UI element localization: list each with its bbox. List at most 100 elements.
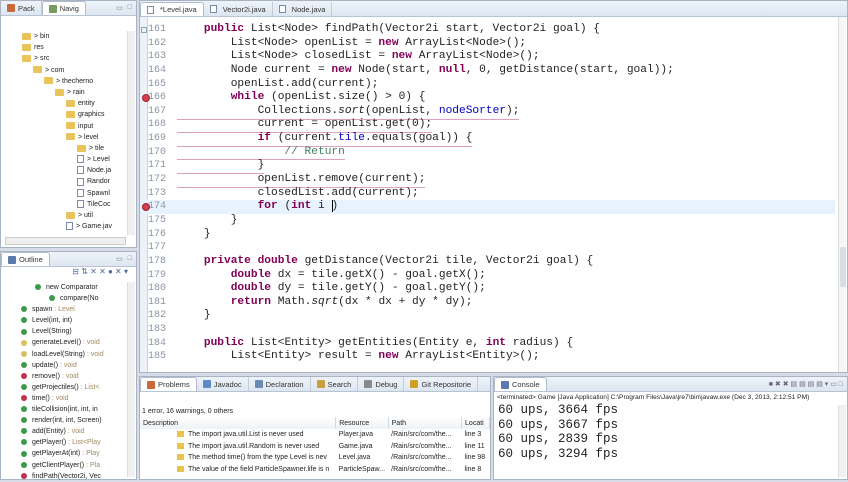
editor-scrollbar[interactable]: [838, 17, 846, 372]
code-line[interactable]: 178 private double getDistance(Vector2i …: [140, 255, 835, 269]
code-line[interactable]: 185 List<Entity> result = new ArrayList<…: [140, 350, 835, 364]
minimize-icon[interactable]: ▭: [116, 255, 123, 263]
problem-row[interactable]: The import java.util.List is never used P…: [140, 429, 490, 441]
code-line[interactable]: 181 return Math.sqrt(dx * dx + dy * dy);: [140, 296, 835, 310]
code-line[interactable]: 180 double dy = tile.getY() - goal.getY(…: [140, 282, 835, 296]
tree-item[interactable]: entity: [1, 98, 126, 109]
tree-item[interactable]: Randor: [1, 176, 126, 187]
code-line[interactable]: 183: [140, 323, 835, 337]
tree-item[interactable]: graphics: [1, 109, 126, 120]
explorer-hscrollbar[interactable]: [5, 237, 126, 245]
code-line[interactable]: 176 }: [140, 228, 835, 242]
tree-item[interactable]: TileCoc: [1, 199, 126, 210]
code-line[interactable]: 167 Collections.sort(openList, nodeSorte…: [140, 105, 835, 120]
console-toolbar[interactable]: ■ ✖ ✖ ▤ ▤ ▤ ▤ ▾ ▭ □: [769, 380, 843, 388]
code-line[interactable]: 168 current = openList.get(0);: [140, 118, 835, 134]
code-line[interactable]: 179 double dx = tile.getX() - goal.getX(…: [140, 269, 835, 283]
tab-navigator[interactable]: Navig: [41, 1, 86, 15]
tab-level-java[interactable]: *Level.java: [140, 2, 204, 16]
tree-item[interactable]: > rain: [1, 87, 126, 98]
code-line[interactable]: 177: [140, 241, 835, 255]
tree-item[interactable]: > Level: [1, 154, 126, 165]
fold-icon[interactable]: [141, 27, 147, 33]
column-header[interactable]: Description: [140, 417, 337, 429]
code-line[interactable]: 169 if (current.tile.equals(goal)) {: [140, 132, 835, 147]
code-line[interactable]: 175 }: [140, 214, 835, 228]
tab-declaration[interactable]: Declaration: [249, 377, 311, 391]
outline-item[interactable]: spawn : Level: [21, 304, 126, 315]
code-line[interactable]: 173 closedList.add(current);: [140, 187, 835, 202]
tab-javadoc[interactable]: Javadoc: [197, 377, 249, 391]
code-line[interactable]: 184 public List<Entity> getEntities(Enti…: [140, 337, 835, 351]
maximize-icon[interactable]: □: [128, 255, 132, 263]
tree-item[interactable]: > thecherno: [1, 76, 126, 87]
outline-item[interactable]: remove() : void: [21, 371, 126, 382]
outline-item[interactable]: getClientPlayer() : Pla: [21, 460, 126, 471]
outline-item[interactable]: loadLevel(String) : void: [21, 349, 126, 360]
cell-text: /Rain/src/com/the...: [391, 454, 452, 462]
tree-item[interactable]: input: [1, 121, 126, 132]
minimize-icon[interactable]: ▭: [116, 4, 123, 12]
problem-row[interactable]: The value of the field ParticleSpawner.l…: [140, 464, 490, 476]
tree-item[interactable]: > bin: [1, 31, 126, 42]
tree-item[interactable]: > level: [1, 132, 126, 143]
outline-item[interactable]: getPlayerAt(int) : Play: [21, 448, 126, 459]
outline-item[interactable]: time() : void: [21, 393, 126, 404]
outline-item[interactable]: render(int, int, Screen): [21, 415, 126, 426]
code-area[interactable]: 161 public List<Node> findPath(Vector2i …: [140, 23, 835, 364]
code-line[interactable]: 165 openList.add(current);: [140, 78, 835, 92]
problem-cell: The import java.util.List is never used: [140, 429, 336, 441]
outline-item[interactable]: getProjectiles() : List<: [21, 382, 126, 393]
folder-icon: [55, 88, 64, 96]
code-line[interactable]: 166 while (openList.size() > 0) {: [140, 91, 835, 105]
column-header[interactable]: Resource: [335, 417, 389, 429]
tab-search[interactable]: Search: [311, 377, 359, 391]
tab-outline[interactable]: Outline: [1, 252, 50, 266]
outline-item[interactable]: generateLevel() : void: [21, 337, 126, 348]
code-line[interactable]: 182 }: [140, 309, 835, 323]
outline-item[interactable]: compare(No: [21, 293, 126, 304]
explorer-scrollbar[interactable]: [127, 31, 135, 235]
code-line[interactable]: 163 List<Node> closedList = new ArrayLis…: [140, 50, 835, 64]
tree-item[interactable]: > util: [1, 210, 126, 221]
tree-item[interactable]: > com: [1, 65, 126, 76]
code-line[interactable]: 171 }: [140, 159, 835, 175]
code-editor[interactable]: *Level.java Vector2i.java Node.java 161 …: [139, 0, 848, 373]
outline-item[interactable]: new Comparator: [21, 282, 126, 293]
outline-item[interactable]: Level(String): [21, 326, 126, 337]
tree-item[interactable]: Node.ja: [1, 165, 126, 176]
tab-debug[interactable]: Debug: [358, 377, 405, 391]
tab-console[interactable]: Console: [494, 377, 547, 391]
outline-item[interactable]: Level(int, int): [21, 315, 126, 326]
tree-item[interactable]: > src: [1, 53, 126, 64]
outline-item[interactable]: add(Entity) : void: [21, 426, 126, 437]
tab-node-java[interactable]: Node.java: [273, 2, 333, 16]
tab-package-explorer[interactable]: Pack: [1, 1, 42, 15]
outline-item[interactable]: findPath(Vector2i, Vec: [21, 471, 126, 482]
console-scrollbar[interactable]: [838, 405, 846, 477]
code-line[interactable]: 172 openList.remove(current);: [140, 173, 835, 188]
tree-item[interactable]: res: [1, 42, 126, 53]
outline-item[interactable]: tileCollision(int, int, in: [21, 404, 126, 415]
code-line[interactable]: 174 for (int i ): [140, 200, 835, 214]
tab-problems[interactable]: Problems: [140, 377, 197, 391]
tree-item[interactable]: > Game.jav: [1, 221, 126, 232]
outline-item[interactable]: getPlayer() : List<Play: [21, 437, 126, 448]
column-header[interactable]: Locati: [461, 417, 490, 429]
code-line[interactable]: 161 public List<Node> findPath(Vector2i …: [140, 23, 835, 37]
outline-scrollbar[interactable]: [127, 282, 135, 477]
tree-item[interactable]: > tile: [1, 143, 126, 154]
code-line[interactable]: 170 // Return: [140, 146, 835, 161]
problem-row[interactable]: The import java.util.Random is never use…: [140, 441, 490, 453]
column-header[interactable]: Path: [388, 417, 463, 429]
tab-git-repositorie[interactable]: Git Repositorie: [404, 377, 479, 391]
code-line[interactable]: 162 List<Node> openList = new ArrayList<…: [140, 37, 835, 51]
code-line[interactable]: 164 Node current = new Node(start, null,…: [140, 64, 835, 78]
console-output[interactable]: 60 ups, 3664 fps 60 ups, 3667 fps 60 ups, …: [494, 403, 847, 461]
outline-item[interactable]: update() : void: [21, 360, 126, 371]
tree-item[interactable]: Spawnl: [1, 188, 126, 199]
maximize-icon[interactable]: □: [128, 4, 132, 12]
line-text: List<Node> openList = new ArrayList<Node…: [177, 37, 526, 51]
problem-row[interactable]: The method time() from the type Level is…: [140, 452, 490, 464]
tab-vector2i-java[interactable]: Vector2i.java: [204, 2, 273, 16]
